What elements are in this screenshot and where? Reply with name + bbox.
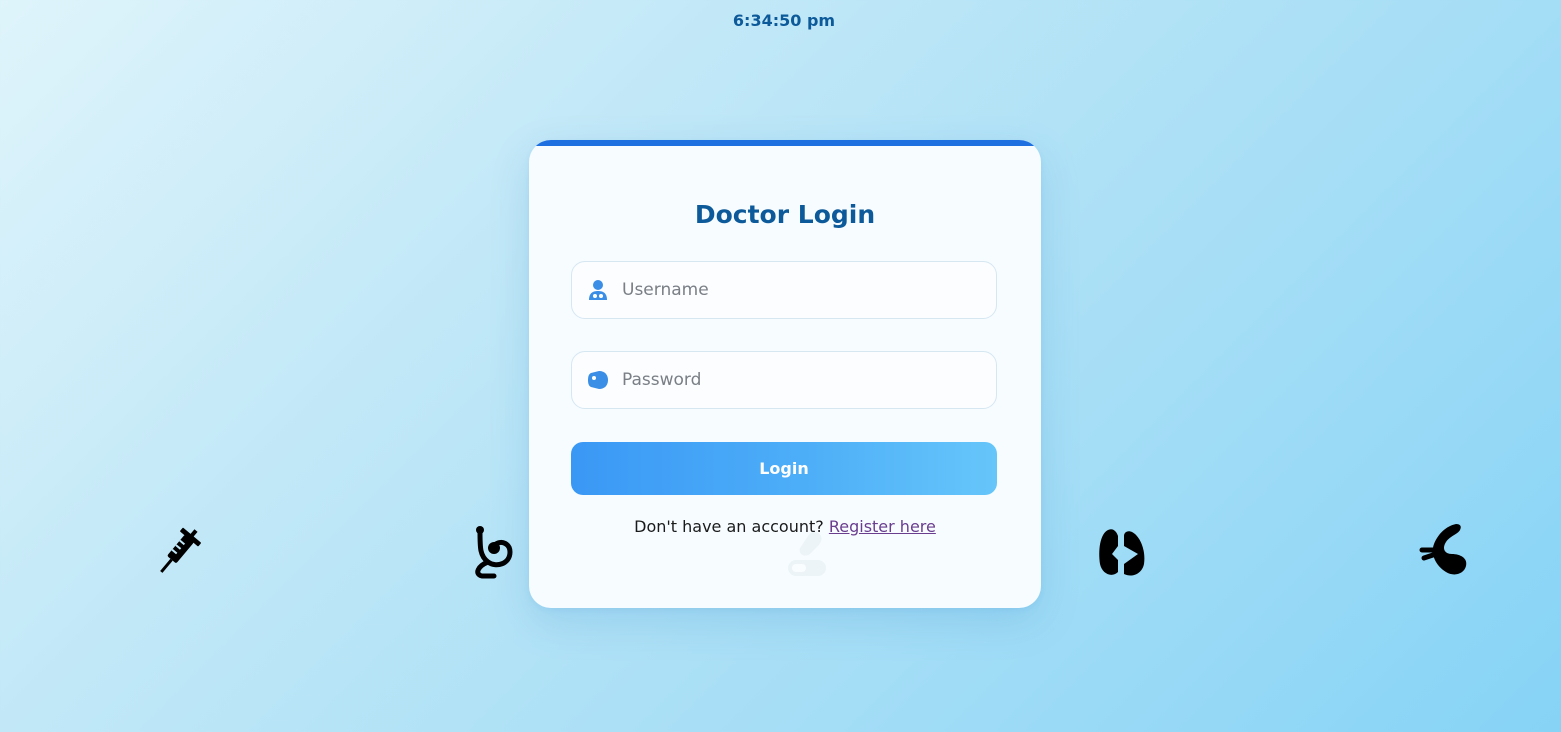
login-button[interactable]: Login — [571, 442, 997, 495]
user-doctor-icon — [587, 279, 609, 301]
username-field — [571, 261, 997, 319]
syringe-icon — [150, 522, 206, 582]
stethoscope-icon — [466, 522, 522, 582]
card-accent-bar — [529, 140, 1041, 146]
register-prompt: Don't have an account? Register here — [529, 517, 1041, 536]
register-link[interactable]: Register here — [829, 517, 936, 536]
username-input[interactable] — [622, 262, 982, 318]
lungs-icon — [1094, 524, 1150, 584]
page-title: Doctor Login — [694, 200, 876, 229]
password-input[interactable] — [622, 352, 982, 408]
password-field — [571, 351, 997, 409]
clock-time: 6:34:50 pm — [732, 11, 836, 30]
tag-icon — [587, 369, 609, 391]
login-card: Doctor Login Login Don't have an account… — [529, 140, 1041, 608]
bacteria-icon — [1416, 520, 1472, 580]
register-prompt-text: Don't have an account? — [634, 517, 824, 536]
